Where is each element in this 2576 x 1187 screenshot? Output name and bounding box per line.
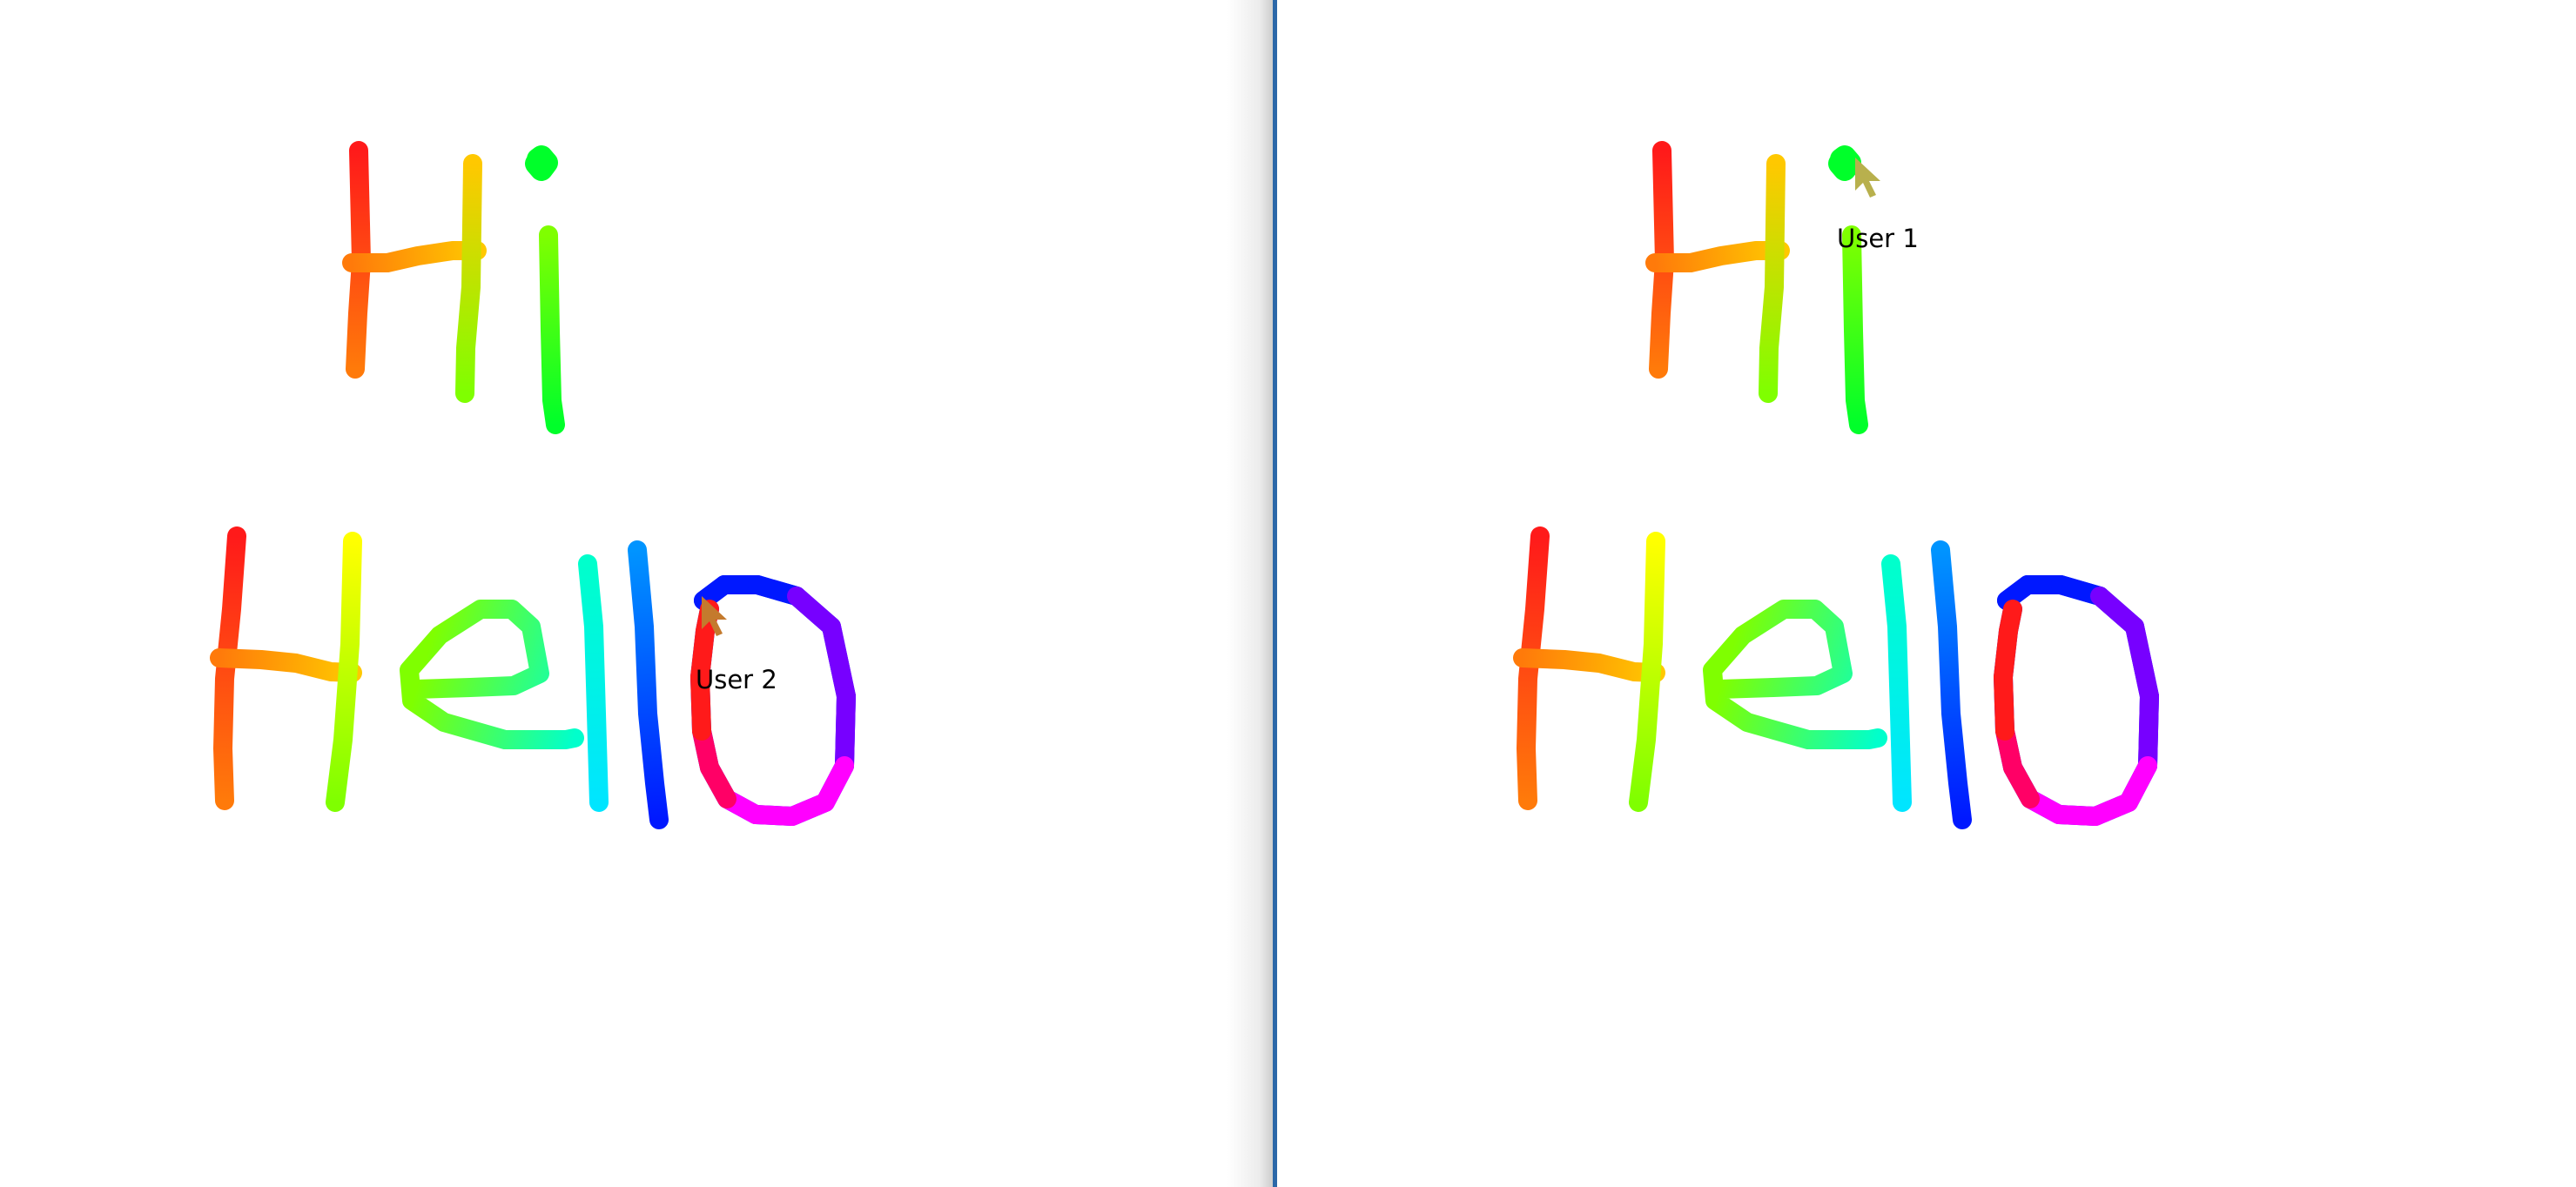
pointer-arrow-icon [702, 596, 727, 636]
right-stroke-o-segment [1999, 600, 2022, 640]
right-stroke-e [1703, 600, 1887, 749]
right-stroke-h2-left [1517, 526, 1550, 810]
left-stroke-i1-dot [525, 145, 558, 181]
drawing-canvas-left[interactable] [0, 0, 1273, 1187]
right-stroke-i1-dot [1828, 145, 1861, 181]
left-stroke-h2-bar [210, 648, 362, 682]
right-stroke-h2-bar [1513, 648, 1665, 682]
left-stroke-o-segment [822, 617, 856, 706]
canvas-pane-right[interactable]: User 1 [1277, 0, 2576, 1187]
left-stroke-h1-right [455, 154, 482, 403]
left-stroke-i1-stem [539, 225, 565, 434]
remote-cursor-left [696, 594, 749, 647]
pointer-arrow-icon [1855, 158, 1880, 198]
right-stroke-o-segment [2125, 617, 2159, 706]
canvas-pane-left[interactable]: User 2 [0, 0, 1273, 1187]
right-stroke-o-segment [2138, 687, 2159, 775]
left-stroke-e [400, 600, 584, 749]
right-stroke-i1-stem [1842, 225, 1868, 434]
left-stroke-l1 [578, 554, 609, 812]
right-stroke-h1-right [1759, 154, 1786, 403]
remote-user-label-right: User 1 [1837, 224, 1919, 253]
pane-edge-shadow [1227, 0, 1273, 1187]
left-stroke-o-segment [835, 687, 856, 775]
drawing-canvas-right[interactable] [1277, 0, 2576, 1187]
remote-user-label-left: User 2 [696, 665, 777, 694]
left-stroke-h2-left [213, 526, 246, 810]
remote-cursor-right [1850, 156, 1902, 208]
left-stroke-l2 [628, 540, 669, 829]
right-stroke-l1 [1881, 554, 1912, 812]
right-stroke-l2 [1931, 540, 1972, 829]
